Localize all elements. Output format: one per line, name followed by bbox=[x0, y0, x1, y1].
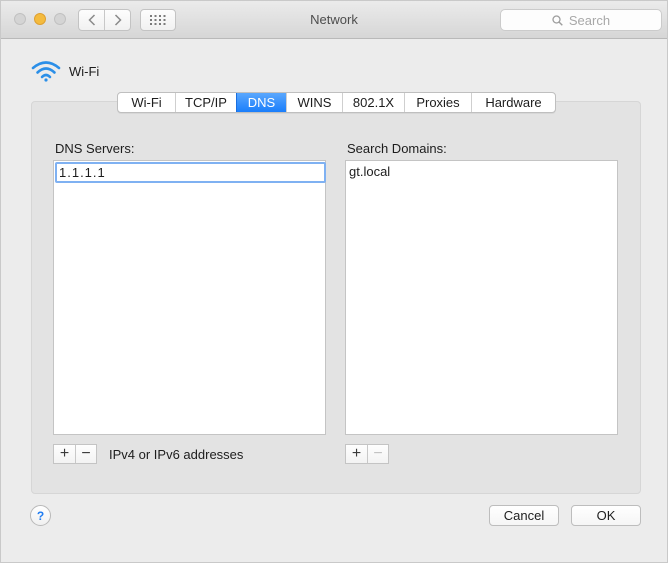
tab-tcpip[interactable]: TCP/IP bbox=[175, 93, 236, 112]
tab-bar: Wi-Fi TCP/IP DNS WINS 802.1X Proxies Har… bbox=[117, 92, 556, 113]
tab-wifi[interactable]: Wi-Fi bbox=[118, 93, 175, 112]
remove-dns-server-button[interactable]: − bbox=[75, 445, 96, 463]
interface-name: Wi-Fi bbox=[69, 63, 100, 79]
wifi-icon bbox=[31, 61, 61, 82]
search-domains-list[interactable]: gt.local bbox=[345, 160, 618, 435]
search-field[interactable]: Search bbox=[500, 9, 662, 31]
cancel-button[interactable]: Cancel bbox=[489, 505, 559, 526]
dns-add-remove-group: + − bbox=[53, 444, 97, 464]
tab-dns[interactable]: DNS bbox=[236, 93, 286, 112]
dns-server-entry[interactable]: 1.1.1.1 bbox=[55, 162, 326, 183]
tab-wins[interactable]: WINS bbox=[286, 93, 342, 112]
title-bar: Network Search bbox=[1, 1, 667, 39]
network-window: Network Search Wi-Fi Wi-Fi TCP/IP DNS WI… bbox=[0, 0, 668, 563]
search-domain-entry[interactable]: gt.local bbox=[349, 164, 390, 179]
search-placeholder: Search bbox=[568, 12, 611, 28]
help-button[interactable]: ? bbox=[30, 505, 51, 526]
dns-hint-text: IPv4 or IPv6 addresses bbox=[109, 447, 244, 462]
add-dns-server-button[interactable]: + bbox=[54, 445, 75, 463]
dns-servers-label: DNS Servers: bbox=[55, 141, 135, 156]
interface-header: Wi-Fi bbox=[31, 59, 99, 83]
tab-hardware[interactable]: Hardware bbox=[471, 93, 555, 112]
search-domains-label: Search Domains: bbox=[347, 141, 447, 156]
tab-proxies[interactable]: Proxies bbox=[404, 93, 471, 112]
remove-search-domain-button[interactable]: − bbox=[367, 445, 388, 463]
dns-servers-list[interactable]: 1.1.1.1 bbox=[53, 160, 326, 435]
search-icon bbox=[552, 14, 563, 26]
tab-8021x[interactable]: 802.1X bbox=[342, 93, 404, 112]
ok-button[interactable]: OK bbox=[571, 505, 641, 526]
search-domains-add-remove-group: + − bbox=[345, 444, 389, 464]
add-search-domain-button[interactable]: + bbox=[346, 445, 367, 463]
